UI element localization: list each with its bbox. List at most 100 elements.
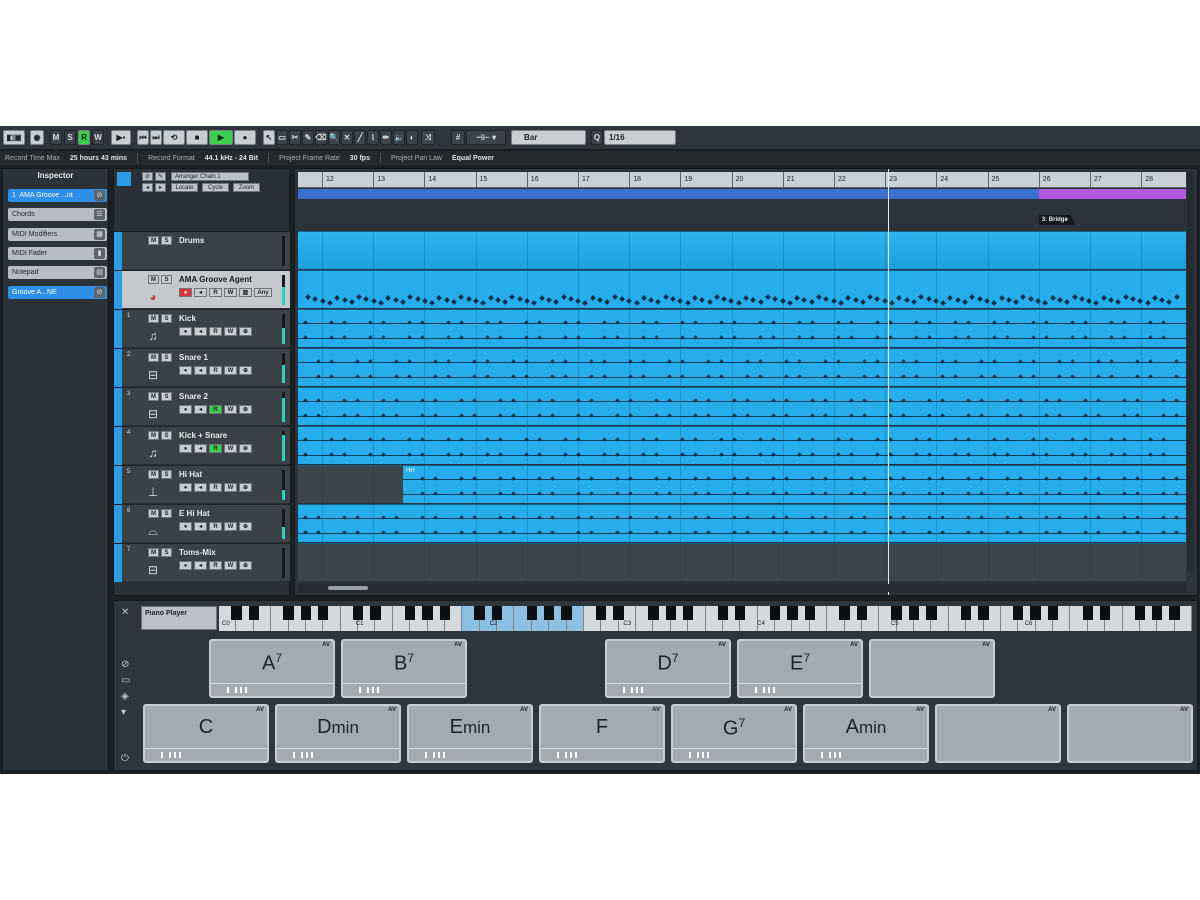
black-key[interactable] [283,606,294,620]
arranger-edit-button[interactable]: ✎ [155,172,166,181]
midi-note[interactable] [1020,294,1027,300]
midi-note[interactable] [735,300,742,306]
mute-button[interactable]: M [148,548,159,557]
playhead-cursor[interactable] [888,169,889,595]
midi-note[interactable] [903,297,910,303]
edit-channel-icon[interactable]: ⊕ [239,483,252,492]
record-enable-button[interactable]: ● [179,366,192,375]
midi-note[interactable] [458,294,465,300]
black-key[interactable] [839,606,850,620]
track-ama-groove-agent[interactable]: MS AMA Groove Agent ● ◂ R W ▥ Any ◕ [114,270,290,309]
track-hi-hat[interactable]: 5 MS Hi Hat ● ◂ R W ⊕ ⊥ [114,465,290,504]
midi-note[interactable] [801,297,808,303]
record-enable-button[interactable]: ● [179,561,192,570]
midi-note[interactable] [443,297,450,303]
locate-button[interactable]: Locate [171,183,198,192]
black-key[interactable] [978,606,989,620]
record-format-value[interactable]: 44.1 kHz - 24 Bit [205,155,258,162]
read-button[interactable]: R [209,405,222,414]
midi-note[interactable] [925,296,932,302]
midi-note[interactable] [1005,297,1012,303]
midi-note[interactable] [633,300,640,306]
midi-note[interactable] [560,294,567,300]
inspector-groove-agent[interactable]: Groove A...NE ⊘ [8,286,107,299]
read-button[interactable]: R [209,522,222,531]
chord-pad[interactable]: AV C [143,704,269,763]
midi-note[interactable] [1130,296,1136,302]
midi-note[interactable] [1159,297,1165,303]
black-key[interactable] [926,606,937,620]
read-button[interactable]: R [209,483,222,492]
track-snare-1[interactable]: 2 MS Snare 1 ● ◂ R W ⊕ ⊟ [114,348,290,387]
adaptive-voicing-badge[interactable]: AV [520,707,528,713]
solo-button[interactable]: S [161,392,172,401]
chord-pad[interactable]: AV E7 [737,639,863,698]
edit-instrument-icon[interactable]: ⊘ [94,190,105,201]
mute-button[interactable]: M [50,130,62,145]
black-key[interactable] [908,606,920,620]
chord-pad[interactable]: AV Emin [407,704,533,763]
monitor-button[interactable]: ◂ [194,561,207,570]
chord-pad[interactable]: AV A7 [209,639,335,698]
midi-note[interactable] [1057,297,1063,303]
midi-note[interactable] [743,295,749,301]
arranger-event-bridge[interactable] [1038,189,1186,199]
black-key[interactable] [891,606,902,620]
chevron-down-icon[interactable]: ▾ [121,707,126,718]
midi-note[interactable] [575,298,581,304]
solo-button[interactable]: S [161,548,172,557]
mute-button[interactable]: M [148,236,159,245]
midi-note[interactable] [305,294,311,300]
mute-button[interactable]: M [148,314,159,323]
read-button[interactable]: R [209,561,222,570]
midi-note[interactable] [370,298,377,304]
black-key[interactable] [439,606,451,620]
black-key[interactable] [613,606,624,620]
black-key[interactable] [543,606,555,620]
edit-channel-icon[interactable]: ⊕ [239,327,252,336]
write-button[interactable]: W [224,483,237,492]
write-button[interactable]: W [224,327,237,336]
midi-note[interactable] [516,296,523,302]
track-lane-part[interactable] [298,309,1186,347]
record-enable-button[interactable]: ● [179,327,192,336]
adaptive-voicing-badge[interactable]: AV [454,642,462,648]
black-key[interactable] [248,606,259,620]
midi-note[interactable] [1166,299,1173,305]
midi-note[interactable] [721,296,727,302]
settings-icon[interactable]: ⊘ [121,659,129,670]
midi-note[interactable] [852,297,859,303]
arranger-toggle-button[interactable]: ⊘ [142,172,153,181]
midi-note[interactable] [896,295,903,301]
track-lane-part[interactable] [298,387,1186,425]
midi-note[interactable] [400,299,406,305]
midi-note[interactable] [1027,296,1034,302]
track-drums-folder[interactable]: MS Drums [114,231,290,270]
solo-button[interactable]: S [161,314,172,323]
inspector-section-midi-fader[interactable]: MIDI Fader ▮ [8,247,107,260]
black-key[interactable] [1047,606,1059,620]
adaptive-voicing-badge[interactable]: AV [388,707,396,713]
pan-law-value[interactable]: Equal Power [452,155,494,162]
midi-note[interactable] [954,297,961,303]
midi-note[interactable] [334,295,341,301]
midi-note[interactable] [1108,297,1114,303]
color-tool-icon[interactable]: ◐ [406,130,418,145]
midi-note[interactable] [1086,298,1092,304]
cycle-button[interactable]: ⟲ [163,130,185,145]
tag-icon[interactable]: ◈ [121,691,129,702]
midi-note[interactable] [845,295,852,301]
black-key[interactable] [1152,606,1163,620]
midi-note[interactable] [794,295,800,301]
midi-note[interactable] [830,298,837,304]
adaptive-voicing-badge[interactable]: AV [1180,707,1188,713]
mute-button[interactable]: M [148,470,159,479]
midi-note[interactable] [947,295,954,301]
adaptive-voicing-badge[interactable]: AV [982,642,990,648]
black-key[interactable] [526,606,537,620]
midi-note[interactable] [757,299,764,305]
midi-note[interactable] [421,298,428,304]
grid-type-select[interactable]: Bar [511,130,586,145]
midi-note[interactable] [319,298,326,304]
arranger-prev-button[interactable]: ◂ [142,183,153,192]
